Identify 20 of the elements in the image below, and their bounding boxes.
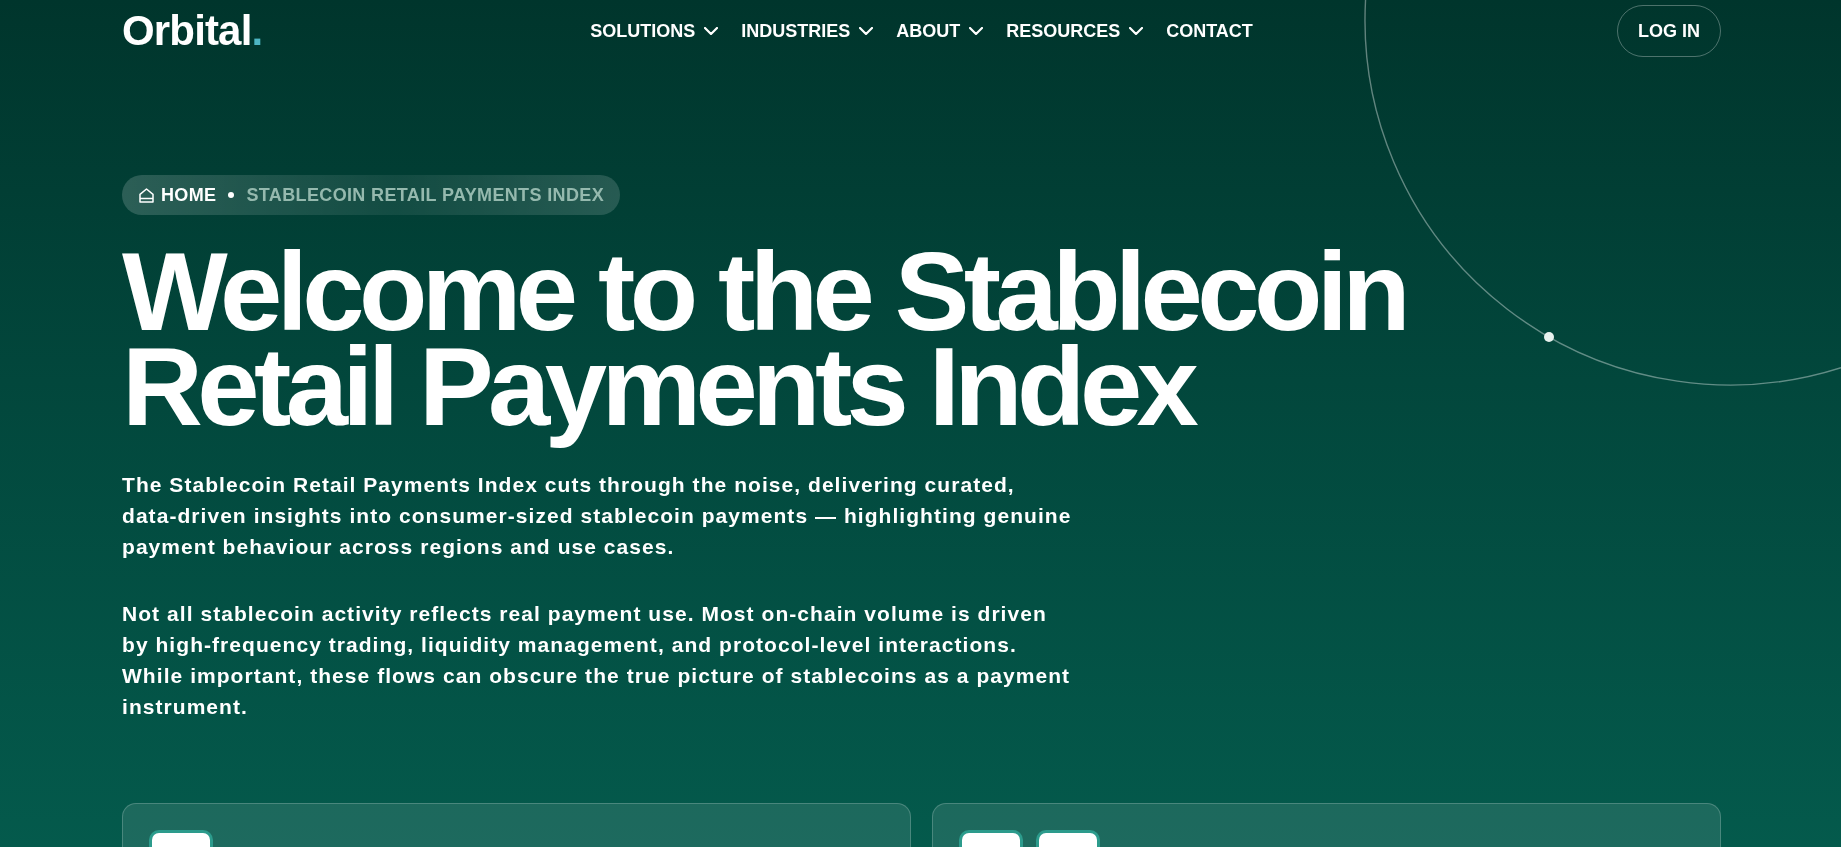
chevron-down-icon: [1129, 27, 1144, 35]
nav-link[interactable]: INDUSTRIES: [741, 17, 874, 45]
intro-paragraph: The Stablecoin Retail Payments Index cuts through the noise, delivering curated, data-driven insights into consumer-sized stablecoin payments — highlighting genuine payment behaviour across regions and use cases.: [122, 472, 1073, 560]
tile-icon: [1036, 830, 1100, 847]
orbital-logo[interactable]: Orbital.: [122, 10, 263, 52]
breadcrumb-link[interactable]: HOME: [139, 181, 217, 209]
nav-link[interactable]: RESOURCES: [1006, 17, 1144, 45]
tile-icon: [959, 830, 1023, 847]
home-icon: [139, 187, 154, 203]
page-title: Welcome to the Stablecoin Retail Payments Index: [122, 244, 1407, 451]
nav-link[interactable]: SOLUTIONS: [590, 17, 719, 45]
orbit-dot-icon: [1544, 332, 1554, 342]
breadcrumb-current: STABLECOIN RETAIL PAYMENTS INDEX: [246, 183, 604, 207]
nav-link[interactable]: ABOUT: [896, 17, 984, 45]
intro-paragraph: Not all stablecoin activity reflects real payment use. Most on-chain volume is driven by high-frequency trading, liquidity management, and protocol-level interactions. While important, these flows can obscure the true picture of stablecoins as a payment instrument.: [122, 601, 1072, 720]
chevron-down-icon: [859, 27, 874, 35]
tile-icon: [149, 830, 213, 847]
chevron-down-icon: [969, 27, 984, 35]
chevron-down-icon: [704, 27, 719, 35]
nav-link[interactable]: CONTACT: [1166, 17, 1253, 45]
